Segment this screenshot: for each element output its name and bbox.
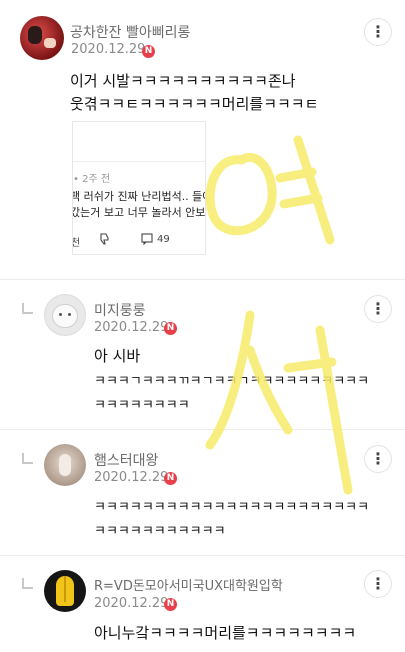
avatar[interactable] [20,16,64,60]
comment-date: 2020.12.29 [94,320,169,335]
avatar[interactable] [44,570,86,612]
new-badge: N [142,45,155,58]
embed-time: • 2주 전 [73,174,111,185]
comment-text-line: ㅋㅋㅋㅋㅋㅋㅋㅋㅋㅋㅋ [94,524,226,539]
new-badge: N [164,598,177,611]
comment-text-line: ㅋㅋㅋㅋㅋㅋㅋㅋ [94,398,190,413]
comment-text-line: 웃겪ㅋㅋㅌㅋㅋㅋㅋㅋㅋ머리를ㅋㅋㅋㅌ [70,95,319,113]
divider [0,555,405,556]
reply-indicator-icon [22,303,33,314]
avatar[interactable] [44,294,86,336]
embed-title-line: 갔는거 보고 너무 놀라서 안보이 [72,206,206,219]
embed-action-label: 천 [73,234,80,249]
comment-text-line: 아니누갘ㅋㅋㅋㅋ머리를ㅋㅋㅋㅋㅋㅋㅋㅋ [94,624,357,642]
nickname[interactable]: 공차한잔 빨아삐리롱 [70,22,190,42]
more-options-icon[interactable]: ⋮ [364,295,392,323]
comment-text-line: 아 시바 [94,347,141,365]
comment-date: 2020.12.29 [94,596,169,611]
embed-comment-count: 49 [157,234,170,245]
thumbs-down-icon [99,233,111,248]
embed-title-line: 팩 러쉬가 진짜 난리법석.. 들어갔 [73,190,205,203]
divider [0,429,405,430]
nickname[interactable]: R=VD돈모아서미국UX대학원입학 [94,575,283,594]
reply-indicator-icon [22,453,33,464]
new-badge: N [164,472,177,485]
watermark-strokes [205,135,353,495]
handwritten-watermark [180,100,405,550]
more-options-icon[interactable]: ⋮ [364,570,392,598]
divider [0,279,405,280]
comment-date: 2020.12.29 [94,470,169,485]
nickname[interactable]: 햄스터대왕 [94,450,158,470]
comment-text-line: ㅋㅋㅋㄱㅋㅋㅋㄲㅋㄱㅋㅋㄱㅋㅋㅋㅋㅋㅋㅋㅋㅋㅋ [94,374,370,389]
embedded-image-card[interactable]: • 2주 전 팩 러쉬가 진짜 난리법석.. 들어갔 갔는거 보고 너무 놀라서… [72,121,206,255]
comment-date: 2020.12.29 [71,42,146,57]
reply-indicator-icon [22,578,33,589]
more-options-icon[interactable]: ⋮ [364,445,392,473]
comment-text-line: ㅋㅋㅋㅋㅋㅋㅋㅋㅋㅋㅋㅋㅋㅋㅋㅋㅋㅋㅋㅋㅋㅋㅋ [94,500,370,515]
comment-icon [141,233,153,248]
comment-text-line: 이거 시발ㅋㅋㅋㅋㅋㅋㅋㅋㅋㅋ존나 [70,72,296,90]
more-options-icon[interactable]: ⋮ [364,18,392,46]
new-badge: N [164,322,177,335]
avatar[interactable] [44,444,86,486]
nickname[interactable]: 미지룽룽 [94,300,146,320]
